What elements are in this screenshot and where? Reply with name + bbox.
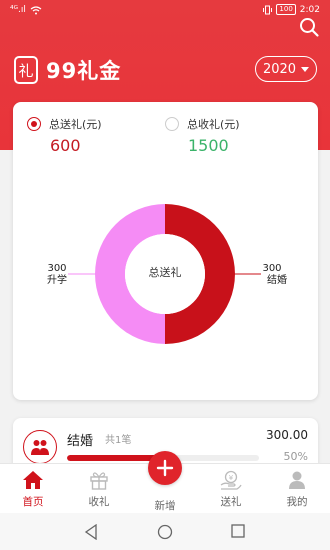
nav-home-icon[interactable] (157, 524, 173, 540)
add-button[interactable] (148, 451, 182, 485)
list-item-percent: 50% (283, 450, 308, 463)
radio-received[interactable] (165, 117, 179, 131)
year-value: 2020 (262, 61, 297, 77)
logo-mark: 礼 (14, 56, 38, 84)
slice-label-left-value: 300 (47, 263, 66, 274)
nav-back-icon[interactable] (84, 524, 98, 540)
gift-icon (88, 469, 110, 491)
slice-label-right-name: 结婚 (267, 273, 287, 286)
user-icon (286, 469, 308, 491)
svg-text:¥: ¥ (229, 474, 234, 482)
nav-recents-icon[interactable] (231, 524, 245, 538)
donut-center-label: 总送礼 (149, 265, 182, 279)
battery-indicator: 100 (276, 4, 296, 15)
received-amount: 1500 (188, 136, 229, 155)
slice-label-left-name: 升学 (47, 273, 67, 286)
tab-add-label: 新增 (154, 500, 176, 512)
status-bar: ⁴ᴳ.ıl 100 2:02 (0, 0, 330, 22)
slice-label-right-value: 300 (262, 263, 281, 274)
sent-total-option[interactable]: 总送礼(元) (27, 116, 102, 132)
app-name: 99礼金 (46, 59, 122, 83)
radio-sent[interactable] (27, 117, 41, 131)
list-item-count: 共1笔 (105, 435, 132, 446)
sent-label: 总送礼(元) (49, 118, 102, 131)
vibrate-icon (263, 5, 273, 14)
sent-amount: 600 (50, 136, 81, 155)
signal-indicator: ⁴ᴳ.ıl (10, 5, 26, 15)
wifi-icon (30, 5, 42, 14)
status-time: 2:02 (299, 4, 320, 15)
plus-icon (156, 459, 174, 477)
search-button[interactable] (298, 16, 320, 38)
search-icon (300, 18, 319, 37)
donut-chart: 总送礼 300 升学 300 结婚 (47, 204, 287, 344)
summary-card: 总送礼(元) 600 总收礼(元) 1500 总送礼 300 升学 300 结婚 (13, 102, 318, 400)
list-item-name: 结婚 (67, 434, 94, 449)
list-item-amount: 300.00 (266, 428, 308, 442)
year-selector[interactable]: 2020 (255, 56, 317, 82)
system-nav-bar (0, 513, 330, 550)
received-label: 总收礼(元) (187, 118, 240, 131)
wedding-icon (23, 430, 57, 464)
home-icon (22, 469, 44, 491)
app-logo: 礼 99礼金 (14, 55, 121, 85)
received-total-option[interactable]: 总收礼(元) (165, 116, 240, 132)
give-gift-icon: ¥ (220, 469, 242, 491)
chevron-down-icon (301, 66, 310, 72)
